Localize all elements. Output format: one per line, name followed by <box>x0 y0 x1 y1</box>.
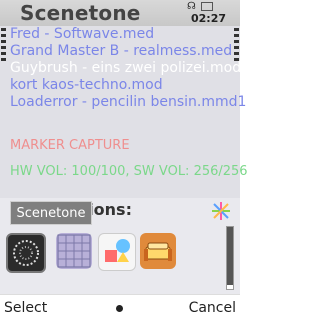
shapes-app-icon[interactable] <box>98 233 136 271</box>
cancel-softkey[interactable]: Cancel <box>189 300 236 316</box>
scene-panel: Fred - Softwave.med Grand Master B - rea… <box>0 26 248 198</box>
app-tooltip: Scenetone <box>10 201 92 225</box>
multicolor-star-icon <box>212 202 230 220</box>
title-bar: Scenetone ☊ 02:27 <box>0 0 240 26</box>
calendar-grid-icon[interactable] <box>56 233 92 269</box>
clock: 02:27 <box>191 12 227 25</box>
mod-line[interactable]: kort kaos-techno.mod <box>10 77 163 93</box>
mod-line[interactable]: Loaderror - pencilin bensin.mmd1 <box>10 94 246 110</box>
headset-icon: ☊ <box>187 1 196 12</box>
signal-strength-icon <box>0 26 7 66</box>
battery-icon <box>233 26 240 66</box>
volume-readout: HW VOL: 100/100, SW VOL: 256/256 <box>10 164 248 179</box>
marker-capture-label: MARKER CAPTURE <box>10 138 130 153</box>
app-title: Scenetone <box>20 1 141 25</box>
sofa-app-icon[interactable] <box>140 233 176 269</box>
message-icon <box>201 2 213 11</box>
mod-line[interactable]: Guybrush - eins zwei polizei.mod <box>10 60 241 76</box>
select-softkey[interactable]: Select <box>4 300 47 316</box>
softkey-bar: Select Cancel <box>0 294 240 321</box>
menu-dot-icon[interactable] <box>116 305 123 312</box>
status-area: ☊ 02:27 <box>179 1 237 27</box>
mod-line[interactable]: Grand Master B - realmess.med <box>10 43 232 59</box>
apps-scroll-thumb[interactable] <box>227 227 233 285</box>
scenetone-app-icon[interactable] <box>6 233 46 273</box>
mod-line[interactable]: Fred - Softwave.med <box>10 26 154 42</box>
applications-panel: Applications: Scenetone <box>0 198 240 294</box>
apps-scrollbar[interactable] <box>226 226 234 290</box>
